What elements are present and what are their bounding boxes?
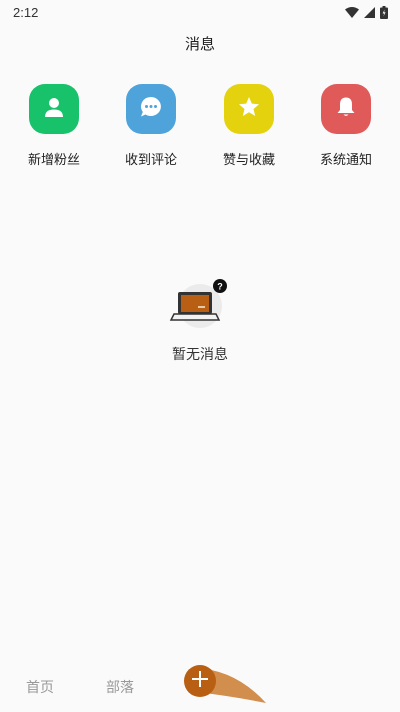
battery-icon xyxy=(380,5,388,19)
system-notifications-label: 系统通知 xyxy=(319,153,372,168)
page-title: 消息 xyxy=(184,35,215,53)
empty-state: ? 暂无消息 xyxy=(0,278,400,364)
nav-tribe[interactable]: 部落 xyxy=(106,677,134,697)
bell-icon xyxy=(334,95,358,123)
laptop-question-icon: ? xyxy=(168,278,232,338)
new-followers-tile xyxy=(29,84,79,134)
status-time: 2:12 xyxy=(13,4,39,20)
bottom-nav: 首页 部落 xyxy=(0,650,400,712)
likes-favorites-label: 赞与收藏 xyxy=(222,153,275,168)
system-notifications-tile xyxy=(321,84,371,134)
add-button[interactable] xyxy=(184,665,216,697)
new-followers-button[interactable]: 新增粉丝 xyxy=(14,84,94,168)
nav-home[interactable]: 首页 xyxy=(26,677,54,697)
comments-received-tile xyxy=(126,84,176,134)
message-category-row: 新增粉丝 收到评论 赞与收藏 系统通知 xyxy=(0,84,400,174)
likes-favorites-tile xyxy=(224,84,274,134)
plus-icon xyxy=(192,671,208,691)
status-icons xyxy=(345,5,388,19)
comment-icon xyxy=(139,95,163,123)
comments-received-label: 收到评论 xyxy=(124,153,177,168)
star-icon xyxy=(237,95,261,123)
signal-icon xyxy=(364,6,375,18)
empty-state-text: 暂无消息 xyxy=(172,347,228,363)
svg-text:?: ? xyxy=(217,282,223,292)
system-notifications-button[interactable]: 系统通知 xyxy=(306,84,386,168)
comments-received-button[interactable]: 收到评论 xyxy=(111,84,191,168)
status-bar: 2:12 xyxy=(0,0,400,24)
new-followers-label: 新增粉丝 xyxy=(27,153,80,168)
person-icon xyxy=(42,95,66,123)
wifi-icon xyxy=(345,6,359,18)
likes-favorites-button[interactable]: 赞与收藏 xyxy=(209,84,289,168)
